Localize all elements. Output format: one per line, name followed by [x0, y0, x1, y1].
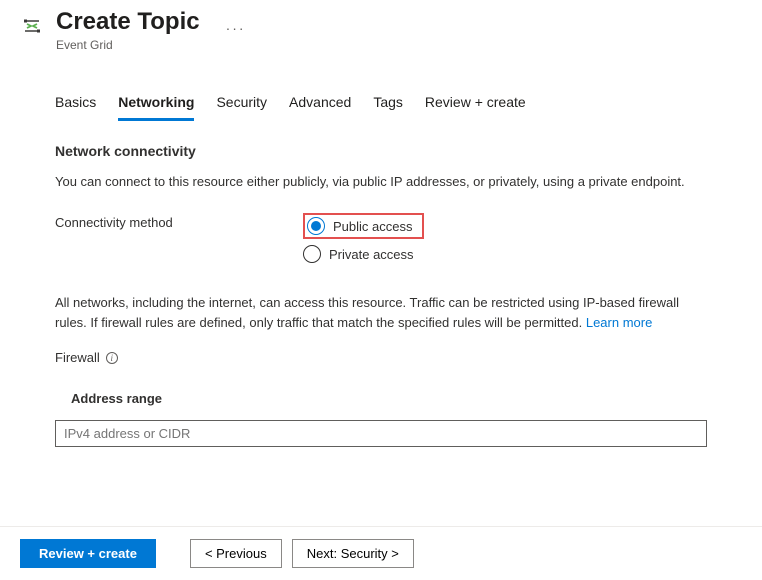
tab-networking[interactable]: Networking	[118, 90, 194, 121]
previous-button[interactable]: < Previous	[190, 539, 282, 568]
main-content: Basics Networking Security Advanced Tags…	[0, 90, 762, 547]
access-info-text: All networks, including the internet, ca…	[55, 293, 707, 332]
tab-security[interactable]: Security	[216, 90, 267, 121]
address-range-input[interactable]	[55, 420, 707, 447]
learn-more-link[interactable]: Learn more	[586, 315, 652, 330]
info-icon[interactable]: i	[106, 352, 118, 364]
page-subtitle: Event Grid	[56, 38, 200, 52]
section-description: You can connect to this resource either …	[55, 173, 707, 191]
private-access-label: Private access	[329, 247, 414, 262]
address-range-label: Address range	[71, 391, 707, 406]
radio-icon[interactable]	[307, 217, 325, 235]
tab-advanced[interactable]: Advanced	[289, 90, 351, 121]
page-title: Create Topic	[56, 8, 200, 36]
section-title: Network connectivity	[55, 143, 707, 159]
radio-icon[interactable]	[303, 245, 321, 263]
public-access-label: Public access	[333, 219, 412, 234]
private-access-option[interactable]: Private access	[303, 245, 424, 263]
connectivity-label: Connectivity method	[55, 213, 303, 230]
tab-basics[interactable]: Basics	[55, 90, 96, 121]
tab-review[interactable]: Review + create	[425, 90, 526, 121]
tab-tags[interactable]: Tags	[373, 90, 403, 121]
connectivity-radio-group: Public access Private access	[303, 213, 424, 263]
connectivity-row: Connectivity method Public access Privat…	[55, 213, 707, 263]
page-header: Create Topic Event Grid ···	[0, 0, 762, 56]
footer-bar: Review + create < Previous Next: Securit…	[0, 526, 762, 580]
public-access-option[interactable]: Public access	[303, 213, 424, 239]
resource-icon	[20, 14, 44, 38]
more-actions-button[interactable]: ···	[226, 20, 246, 36]
tab-bar: Basics Networking Security Advanced Tags…	[55, 90, 707, 121]
next-button[interactable]: Next: Security >	[292, 539, 414, 568]
review-create-button[interactable]: Review + create	[20, 539, 156, 568]
firewall-label: Firewall	[55, 350, 100, 365]
firewall-section: Firewall i	[55, 350, 707, 365]
